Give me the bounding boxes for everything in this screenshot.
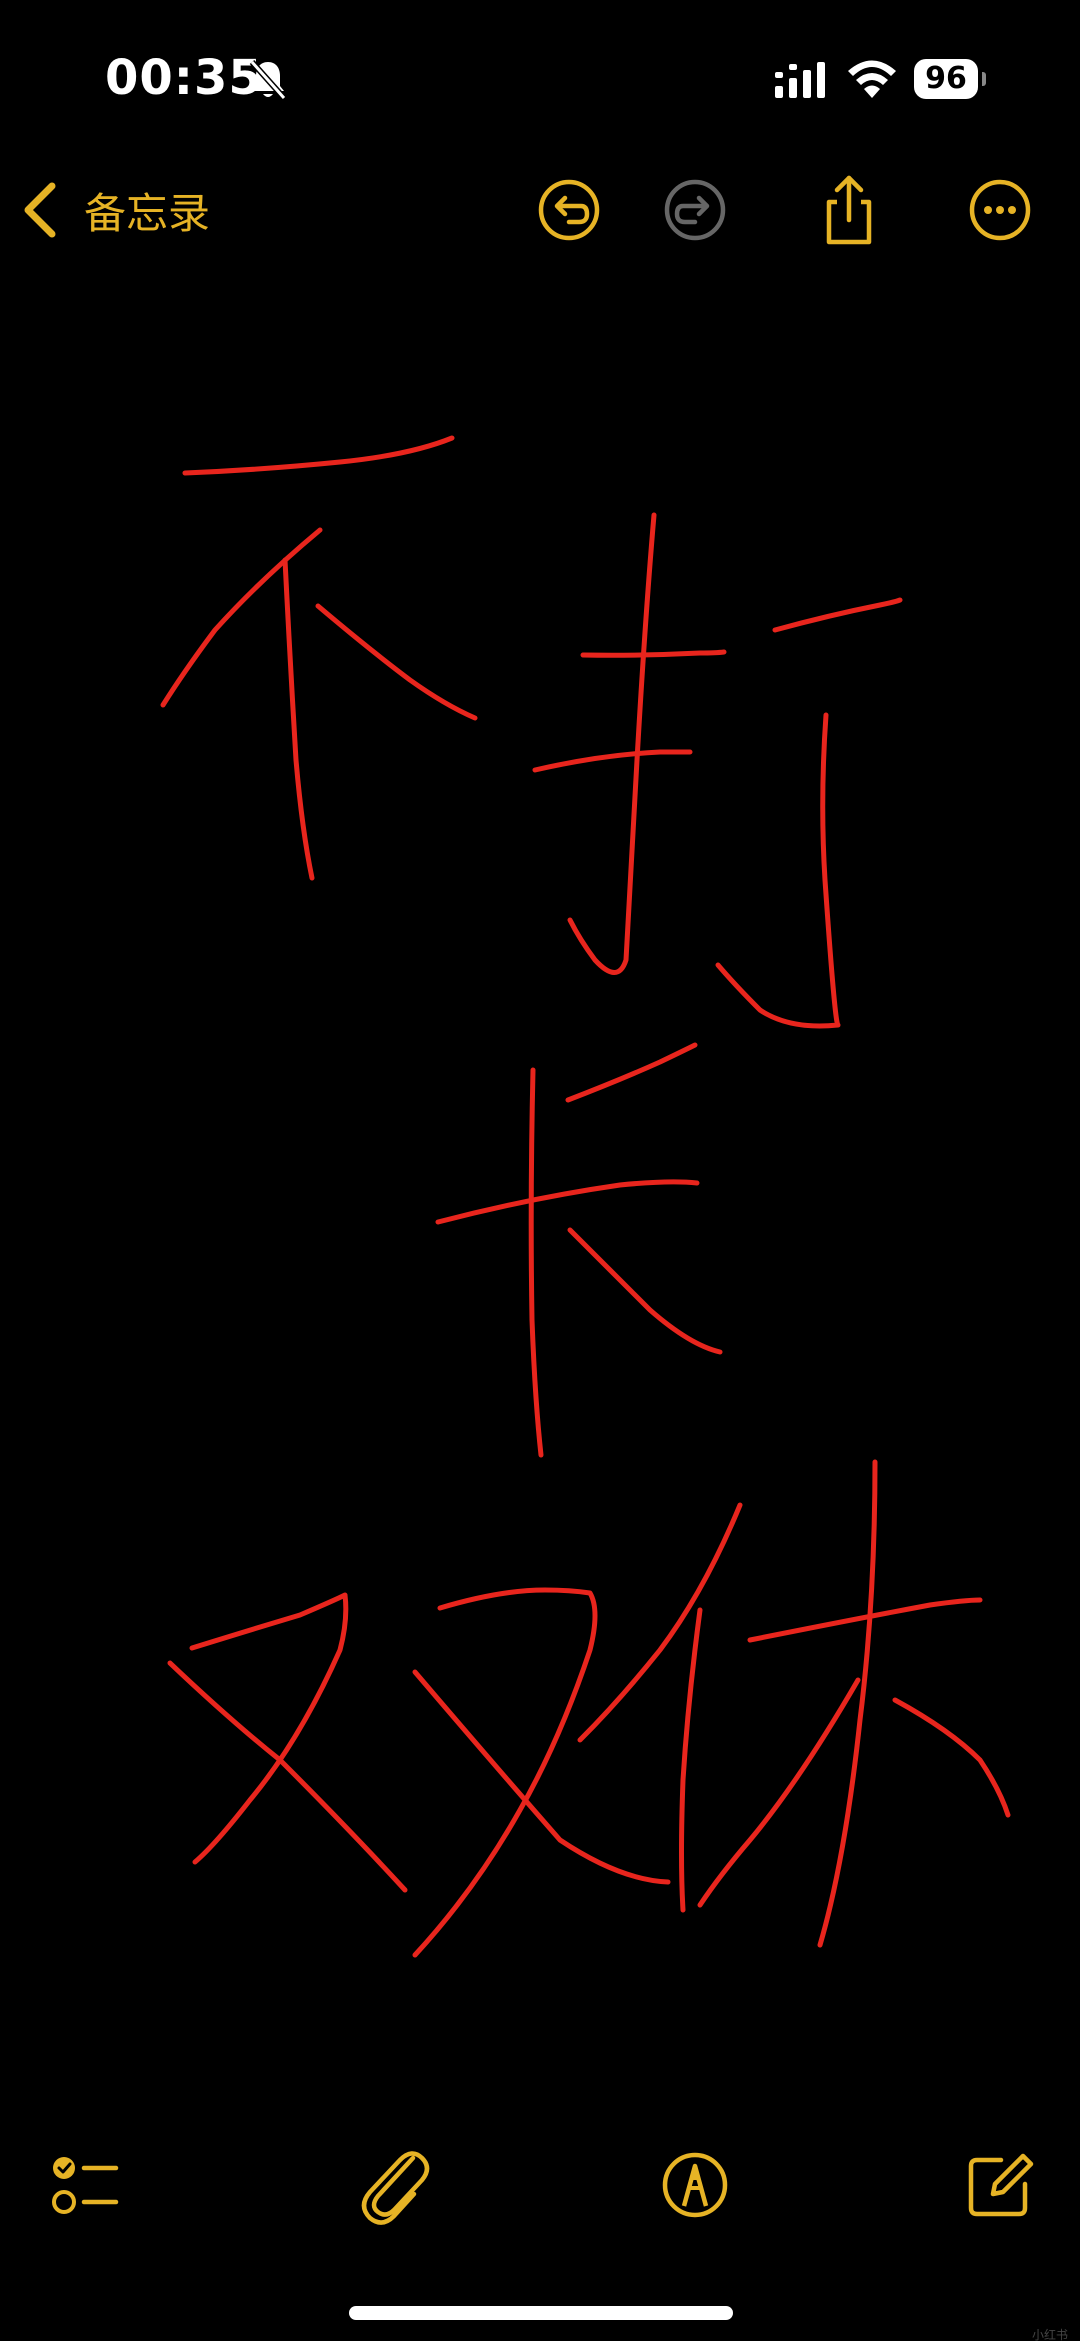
- handwritten-char-xiu: [577, 1459, 1011, 1948]
- chevron-left-icon: [24, 182, 56, 238]
- handwritten-char-da: [532, 512, 903, 1029]
- battery-level: 96: [914, 59, 978, 99]
- wifi-icon: [848, 60, 896, 98]
- redo-icon[interactable]: [655, 170, 735, 250]
- share-icon[interactable]: [809, 170, 889, 250]
- markup-icon[interactable]: [650, 2140, 740, 2230]
- more-icon[interactable]: [960, 170, 1040, 250]
- nav-bar: 备忘录: [0, 160, 1080, 260]
- watermark: 小红书: [1032, 2328, 1069, 2341]
- bell-slash-icon: [249, 60, 287, 100]
- handwritten-char-bu: [160, 435, 478, 881]
- status-time: 00:35: [105, 50, 263, 106]
- checklist-icon[interactable]: [40, 2140, 130, 2230]
- status-bar: 00:35 96: [0, 0, 1080, 160]
- handwritten-char-shuang: [167, 1587, 671, 1958]
- bottom-toolbar: [0, 2140, 1080, 2240]
- back-label: 备忘录: [84, 188, 211, 238]
- battery-icon: 96: [914, 59, 986, 101]
- drawing-canvas[interactable]: [0, 260, 1080, 2120]
- battery-cap: [982, 72, 986, 86]
- compose-icon[interactable]: [955, 2140, 1045, 2230]
- attachment-icon[interactable]: [348, 2140, 438, 2230]
- undo-icon[interactable]: [529, 170, 609, 250]
- back-button[interactable]: 备忘录: [20, 178, 210, 242]
- signal-icon: [775, 62, 825, 98]
- home-indicator[interactable]: [349, 2306, 733, 2320]
- handwritten-char-chang: [435, 1042, 723, 1458]
